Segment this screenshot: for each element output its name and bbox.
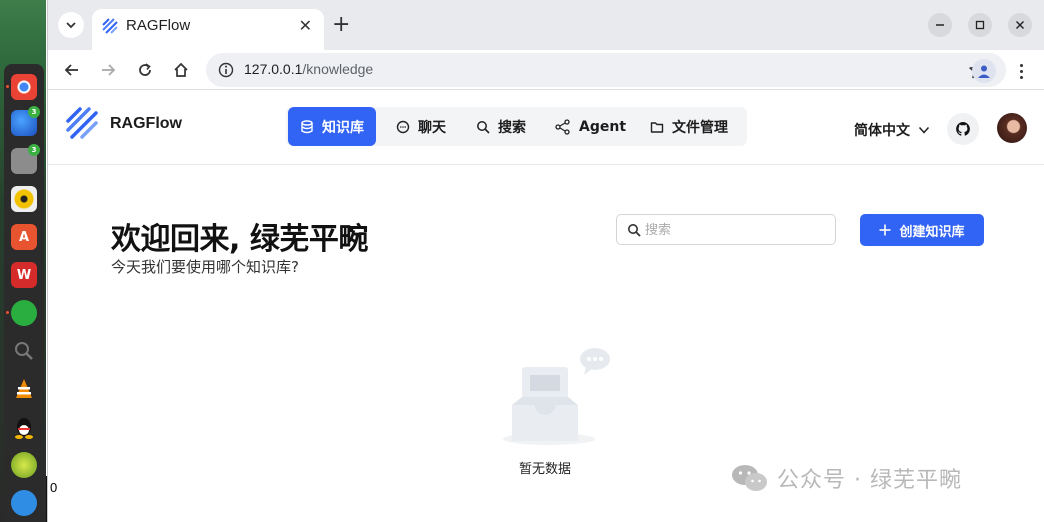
ragflow-favicon-icon [102, 18, 118, 34]
vlc-icon[interactable] [11, 376, 37, 402]
maximize-button[interactable] [968, 13, 992, 37]
home-icon [174, 62, 188, 77]
ragflow-logo-icon[interactable] [66, 107, 100, 141]
nav-knowledge-base[interactable]: 知识库 [288, 107, 376, 146]
rhythmbox-icon[interactable] [11, 186, 37, 212]
forward-button[interactable] [96, 58, 120, 82]
nav-chat[interactable]: 聊天 [384, 107, 458, 146]
wechat-logo-icon [732, 465, 767, 491]
thunderbird-icon[interactable]: 3 [11, 106, 40, 136]
chrome-icon[interactable] [6, 74, 37, 100]
github-icon [956, 122, 970, 136]
nav-label: 聊天 [418, 119, 446, 136]
language-selector[interactable]: 简体中文 [854, 120, 930, 140]
tab-close-icon[interactable]: ✕ [299, 16, 312, 35]
profile-button[interactable] [972, 59, 996, 83]
plus-icon [879, 224, 891, 236]
search-input[interactable] [645, 220, 825, 240]
app-store-icon[interactable]: A [11, 224, 37, 250]
nav-label: 知识库 [322, 119, 364, 136]
close-window-button[interactable] [1008, 13, 1032, 37]
search-box[interactable] [616, 214, 836, 245]
page-subtitle: 今天我们要使用哪个知识库? [111, 258, 299, 276]
tab-search-button[interactable] [58, 12, 84, 38]
screen: 3 3 A W RAGFlow ✕ + 127.0.0.1/knowledge … [0, 0, 1044, 522]
browser-window: RAGFlow ✕ + 127.0.0.1/knowledge RAGFlow … [47, 0, 1044, 522]
nav-search[interactable]: 搜索 [464, 107, 538, 146]
url-host: 127.0.0.1 [244, 61, 303, 77]
brand-name[interactable]: RAGFlow [110, 115, 182, 133]
search-icon [477, 120, 490, 134]
arrow-left-icon [64, 64, 78, 76]
notification-badge: 3 [28, 106, 40, 118]
desktop-background: 3 3 A W [0, 0, 46, 522]
chevron-down-icon [918, 126, 930, 134]
maximize-icon [975, 20, 985, 30]
language-label: 简体中文 [854, 123, 910, 139]
minimize-icon [936, 24, 944, 26]
wechat-icon[interactable] [6, 300, 37, 326]
agent-graph-icon [555, 118, 570, 135]
files-icon[interactable]: 3 [11, 144, 40, 174]
stray-text: 0 [50, 480, 58, 495]
nav-file-management[interactable]: 文件管理 [638, 107, 740, 146]
tab-title: RAGFlow [126, 17, 191, 34]
address-bar[interactable]: 127.0.0.1/knowledge [206, 53, 1006, 87]
qq-icon[interactable] [11, 414, 37, 440]
github-button[interactable] [947, 113, 979, 145]
watermark: 公众号 · 绿芜平畹 [731, 462, 962, 494]
empty-state-text: 暂无数据 [519, 462, 572, 477]
page-title: 欢迎回来, 绿芜平畹 [111, 222, 368, 257]
reload-icon [139, 63, 151, 76]
minimize-button[interactable] [928, 13, 952, 37]
app-header: RAGFlow 知识库 聊天 搜索 Agent 文件管理 简体中文 [48, 91, 1044, 165]
empty-inbox-icon [503, 348, 610, 445]
folder-icon [650, 121, 664, 133]
new-tab-button[interactable]: + [332, 13, 350, 37]
chevron-down-icon [66, 22, 76, 29]
wps-office-icon[interactable]: W [11, 262, 37, 288]
close-icon [1016, 21, 1024, 29]
notification-badge: 3 [28, 144, 40, 156]
nav-label: Agent [579, 118, 627, 135]
feishu-icon[interactable] [11, 490, 37, 516]
chat-bubble-icon [396, 120, 410, 133]
arrow-right-icon [102, 64, 116, 76]
url-path: /knowledge [302, 61, 374, 77]
active-tab[interactable]: RAGFlow ✕ [92, 9, 324, 50]
running-indicator [6, 311, 9, 314]
search-icon [628, 224, 641, 237]
person-icon [978, 65, 990, 78]
app-green-icon[interactable] [11, 452, 37, 478]
database-icon [301, 119, 313, 133]
nav-label: 搜索 [498, 119, 526, 136]
avatar[interactable] [997, 113, 1027, 143]
back-button[interactable] [60, 58, 84, 82]
create-button-label: 创建知识库 [899, 224, 965, 240]
home-button[interactable] [169, 58, 193, 82]
url-text: 127.0.0.1/knowledge [244, 61, 373, 77]
create-knowledge-base-button[interactable]: 创建知识库 [860, 214, 984, 246]
watermark-text: 公众号 · 绿芜平畹 [777, 468, 962, 493]
browser-toolbar: 127.0.0.1/knowledge [48, 50, 1044, 90]
browser-menu-icon[interactable] [1012, 59, 1030, 83]
dock: 3 3 A W [4, 64, 44, 522]
running-indicator [6, 85, 9, 88]
magnifier-icon[interactable] [11, 338, 37, 364]
nav-label: 文件管理 [672, 119, 728, 136]
info-icon[interactable] [218, 62, 234, 78]
nav-agent[interactable]: Agent [543, 107, 638, 146]
reload-button[interactable] [133, 58, 157, 82]
tab-bar: RAGFlow ✕ + [48, 0, 1044, 50]
main-nav: 知识库 聊天 搜索 Agent 文件管理 [286, 107, 747, 146]
